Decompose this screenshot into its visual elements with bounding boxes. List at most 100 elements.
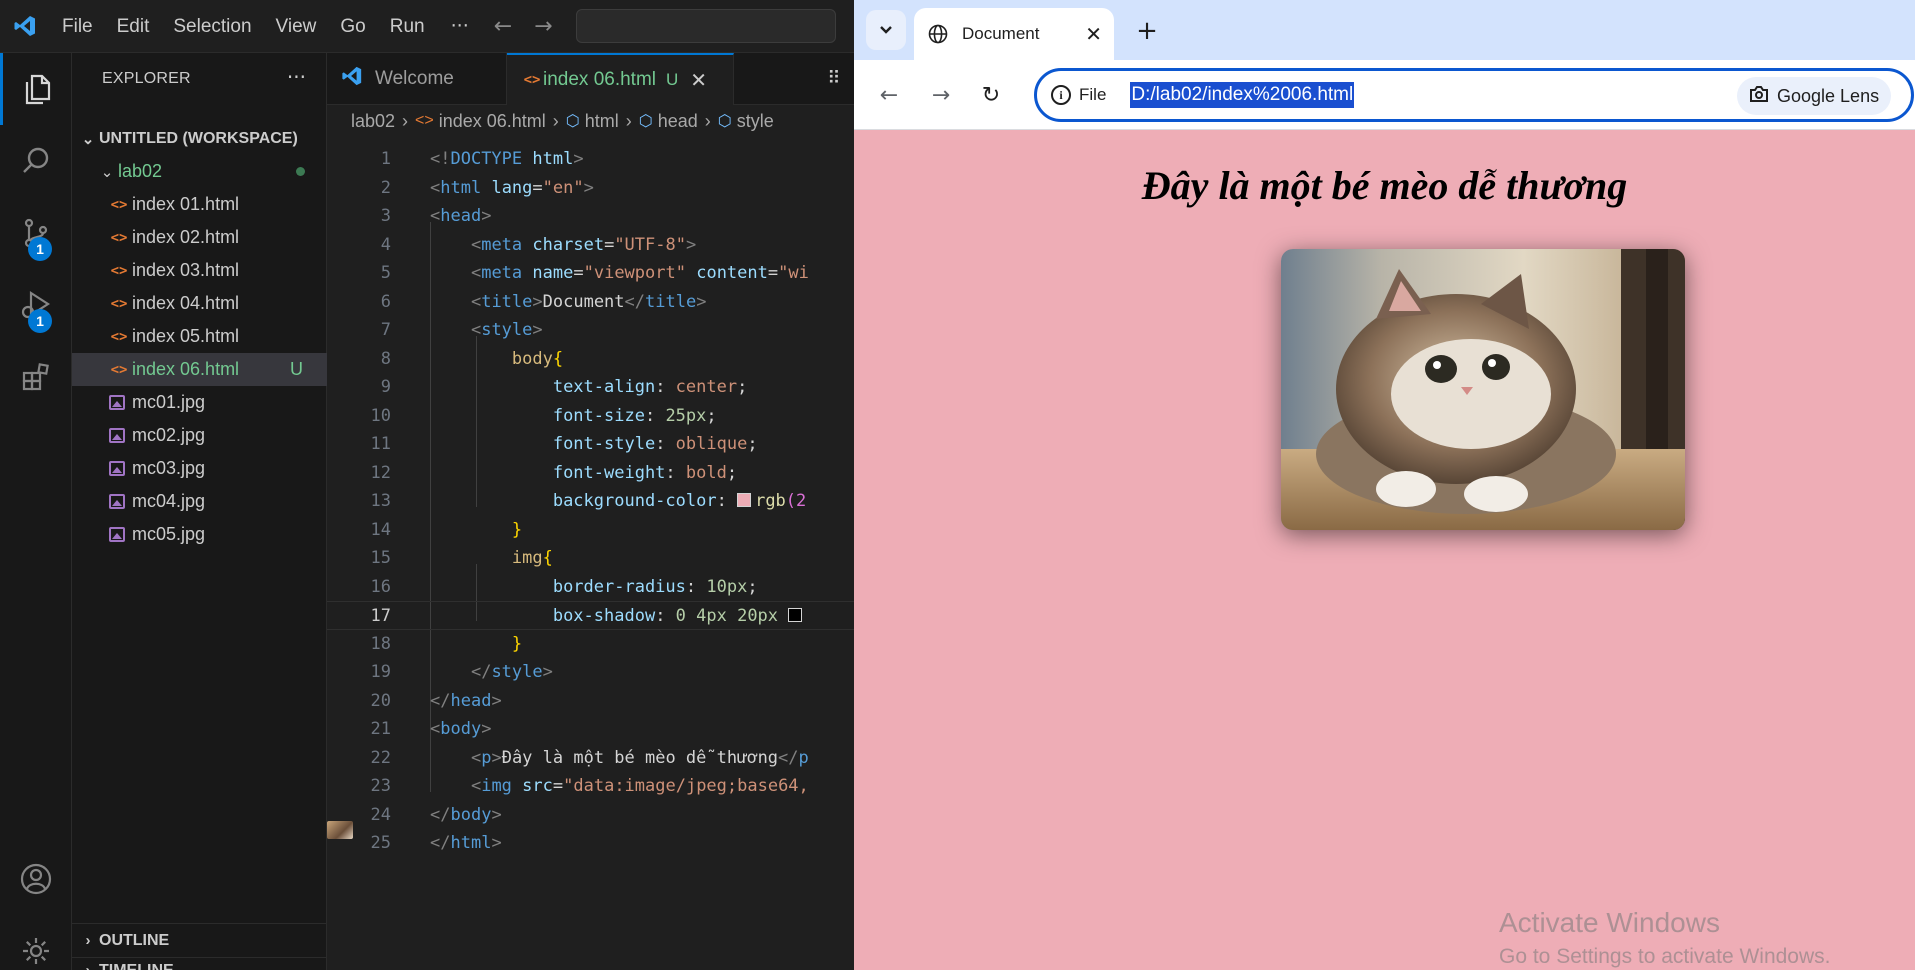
close-icon[interactable]: ✕: [690, 68, 707, 93]
accounts-icon[interactable]: [0, 843, 72, 915]
address-bar[interactable]: i File D:/lab02/index%2006.html Google L…: [1034, 68, 1914, 122]
menu-go[interactable]: Go: [328, 0, 377, 53]
line-number: 11: [370, 434, 391, 454]
code-line[interactable]: 25 </html>: [327, 829, 854, 858]
code-text: <body>: [430, 719, 492, 739]
line-number: 4: [380, 234, 391, 255]
html-file-icon: <>: [110, 229, 128, 246]
code-line[interactable]: 22 <p>Đây là một bé mèo dễ thương</p: [327, 744, 854, 773]
breadcrumb-item[interactable]: lab02: [351, 111, 395, 132]
line-number: 2: [380, 177, 391, 198]
file-item[interactable]: mc04.jpg: [72, 485, 327, 518]
code-line[interactable]: 10 font-size: 25px;: [327, 402, 854, 431]
reload-icon[interactable]: ↻: [974, 78, 1008, 112]
line-number: 6: [380, 291, 391, 312]
split-editor-icon[interactable]: ⠿: [814, 53, 854, 104]
code-text: font-style: oblique;: [552, 434, 758, 454]
code-line[interactable]: 15 img{: [327, 544, 854, 573]
code-line[interactable]: 12 font-weight: bold;: [327, 459, 854, 488]
menu-edit[interactable]: Edit: [105, 0, 162, 53]
site-info-icon[interactable]: i: [1051, 85, 1071, 105]
source-control-icon[interactable]: 1: [0, 197, 72, 269]
code-line[interactable]: 20 </head>: [327, 687, 854, 716]
code-line[interactable]: 6 <title>Document</title>: [327, 288, 854, 317]
workspace-section[interactable]: ⌄ UNTITLED (WORKSPACE): [72, 122, 327, 155]
image-file-icon: [109, 494, 125, 509]
outline-section[interactable]: › OUTLINE: [72, 923, 327, 957]
file-name: index 04.html: [132, 293, 240, 313]
browser-back-icon[interactable]: ←: [872, 78, 906, 112]
file-item[interactable]: <> index 02.html: [72, 221, 327, 254]
editor-area: Welcome <> index 06.html U ✕ ⠿ lab02 › <…: [327, 53, 854, 970]
tab-index-06[interactable]: <> index 06.html U ✕: [507, 53, 734, 105]
line-number: 14: [370, 519, 391, 540]
code-text: font-size: 25px;: [552, 405, 717, 426]
timeline-section[interactable]: › TIMELINE: [72, 957, 327, 970]
breadcrumb-item[interactable]: head: [658, 111, 698, 132]
code-line[interactable]: 16 border-radius: 10px;: [327, 573, 854, 602]
browser-tab-document[interactable]: Document ✕: [914, 8, 1114, 60]
file-item[interactable]: <> index 05.html: [72, 320, 327, 353]
activity-bar: 1 1: [0, 53, 72, 970]
file-item-selected[interactable]: <> index 06.html U: [72, 353, 327, 386]
file-item[interactable]: mc01.jpg: [72, 386, 327, 419]
new-tab-button[interactable]: +: [1130, 14, 1164, 48]
line-number: 7: [380, 320, 391, 340]
breadcrumb-item[interactable]: style: [737, 111, 774, 132]
code-line[interactable]: 7 <style>: [327, 316, 854, 345]
code-line[interactable]: 4 <meta charset="UTF-8">: [327, 231, 854, 260]
run-debug-icon[interactable]: 1: [0, 269, 72, 341]
code-line[interactable]: 5 <meta name="viewport" content="wi: [327, 259, 854, 288]
folder-lab02[interactable]: ⌄ lab02: [72, 155, 327, 188]
forward-arrow-icon[interactable]: →: [523, 14, 563, 39]
close-tab-icon[interactable]: ✕: [1085, 22, 1102, 47]
html-file-icon: <>: [110, 196, 128, 213]
code-line[interactable]: 2 <html lang="en">: [327, 174, 854, 203]
file-item[interactable]: mc03.jpg: [72, 452, 327, 485]
code-line[interactable]: 8 body{: [327, 345, 854, 374]
file-item[interactable]: <> index 03.html: [72, 254, 327, 287]
tab-welcome[interactable]: Welcome: [327, 53, 507, 105]
command-center-search[interactable]: [575, 9, 836, 43]
google-lens-button[interactable]: Google Lens: [1737, 77, 1892, 115]
page-heading: Đây là một bé mèo dễ thương: [1141, 163, 1628, 208]
file-item[interactable]: mc05.jpg: [72, 518, 327, 551]
code-line[interactable]: 18 }: [327, 630, 854, 659]
tab-search-chevron-icon[interactable]: [866, 10, 906, 50]
menu-more-button[interactable]: ···: [437, 15, 483, 37]
menu-run[interactable]: Run: [378, 0, 437, 53]
code-line[interactable]: 14 }: [327, 516, 854, 545]
code-line[interactable]: 13 background-color: rgb(2: [327, 487, 854, 516]
code-line[interactable]: 3 <head>: [327, 202, 854, 231]
file-item[interactable]: mc02.jpg: [72, 419, 327, 452]
address-url[interactable]: D:/lab02/index%2006.html: [1130, 82, 1355, 108]
line-number: 9: [380, 377, 391, 397]
code-line[interactable]: 24 </body>: [327, 801, 854, 830]
breadcrumb-item[interactable]: index 06.html: [439, 111, 546, 132]
code-text: font-weight: bold;: [552, 462, 738, 483]
extensions-icon[interactable]: [0, 341, 72, 413]
explorer-files-icon[interactable]: [0, 53, 72, 125]
back-arrow-icon[interactable]: ←: [483, 14, 523, 39]
breadcrumb-item[interactable]: html: [585, 111, 619, 132]
manage-gear-icon[interactable]: [0, 915, 72, 970]
code-line[interactable]: 1 <!DOCTYPE html>: [327, 145, 854, 174]
file-item[interactable]: <> index 01.html: [72, 188, 327, 221]
code-line[interactable]: 21 <body>: [327, 715, 854, 744]
browser-forward-icon[interactable]: →: [924, 78, 958, 112]
code-line[interactable]: 9 text-align: center;: [327, 373, 854, 402]
code-line[interactable]: 23 <img src="data:image/jpeg;base64,: [327, 772, 854, 801]
file-item[interactable]: <> index 04.html: [72, 287, 327, 320]
menu-view[interactable]: View: [264, 0, 329, 53]
code-line[interactable]: 17 box-shadow: 0 4px 20px: [327, 601, 854, 630]
menu-file[interactable]: File: [50, 0, 105, 53]
code-line[interactable]: 19 </style>: [327, 658, 854, 687]
image-file-icon: [109, 461, 125, 476]
tab-label: index 06.html: [543, 69, 657, 90]
explorer-more-actions-button[interactable]: ···: [287, 65, 306, 89]
code-line[interactable]: 11 font-style: oblique;: [327, 430, 854, 459]
code-text: background-color: rgb(2: [552, 491, 807, 511]
menu-selection[interactable]: Selection: [161, 0, 263, 53]
code-editor[interactable]: 1 <!DOCTYPE html> 2 <html lang="en"> 3 <head>…: [327, 137, 854, 917]
search-icon[interactable]: [0, 125, 72, 197]
